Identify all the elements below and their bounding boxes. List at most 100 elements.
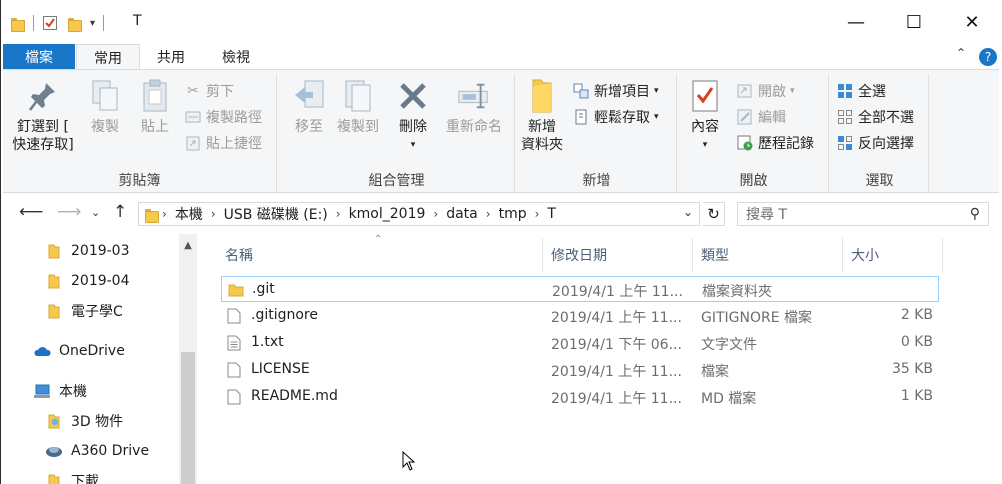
- select-all-button[interactable]: 全選: [837, 80, 886, 102]
- breadcrumb-this-pc[interactable]: 本機: [175, 204, 203, 224]
- tree-item-a360-drive[interactable]: A360 Drive: [1, 438, 179, 464]
- tab-share[interactable]: 共用: [141, 44, 201, 70]
- tree-item-label: 3D 物件: [71, 414, 124, 430]
- rename-icon: [457, 78, 491, 114]
- forward-arrow-icon[interactable]: ⟶: [57, 202, 81, 222]
- copy-path-button[interactable]: 複製路徑: [185, 106, 262, 128]
- help-icon[interactable]: ?: [979, 48, 997, 66]
- properties-check-icon: [688, 78, 722, 114]
- folder-icon: [11, 16, 25, 32]
- edit-button[interactable]: 編輯: [737, 106, 786, 128]
- address-dropdown-chevron-icon[interactable]: ⌄: [683, 205, 693, 219]
- copy-to-button[interactable]: 複製到: [335, 78, 381, 136]
- select-group-label: 選取: [865, 173, 894, 189]
- folder-icon: [45, 243, 63, 259]
- breadcrumb-separator-icon[interactable]: ›: [535, 207, 540, 221]
- move-to-button[interactable]: 移至: [289, 78, 329, 136]
- breadcrumb-usb-drive[interactable]: USB 磁碟機 (E:): [224, 204, 328, 224]
- new-folder-icon[interactable]: [68, 16, 82, 32]
- tree-item-label: 2019-04: [71, 273, 130, 289]
- maximize-button[interactable]: ☐: [885, 0, 943, 44]
- breadcrumb-kmol[interactable]: kmol_2019: [349, 206, 426, 222]
- breadcrumb-data[interactable]: data: [446, 206, 478, 222]
- paste-button[interactable]: 貼上: [133, 78, 177, 136]
- tree-item-2019-04[interactable]: 2019-04: [1, 268, 179, 294]
- window-title: T: [133, 13, 142, 29]
- breadcrumb-separator-icon[interactable]: ›: [486, 207, 491, 221]
- file-modified: 2019/4/1 上午 11...: [551, 310, 682, 326]
- copy-button[interactable]: 複製: [83, 78, 127, 136]
- close-button[interactable]: ✕: [943, 0, 1001, 44]
- file-row[interactable]: README.md 2019/4/1 上午 11... MD 檔案 1 KB: [221, 384, 939, 410]
- breadcrumb-separator-icon[interactable]: ›: [162, 207, 167, 221]
- nav-pane-scrollbar[interactable]: ▲: [179, 234, 197, 484]
- breadcrumb-separator-icon[interactable]: ›: [336, 207, 341, 221]
- rename-button[interactable]: 重新命名: [443, 78, 505, 136]
- tab-home[interactable]: 常用: [76, 44, 140, 70]
- tree-item-this-pc[interactable]: 本機: [1, 378, 179, 404]
- file-row[interactable]: LICENSE 2019/4/1 上午 11... 檔案 35 KB: [221, 357, 939, 383]
- scrollbar-thumb[interactable]: [181, 352, 195, 484]
- paste-shortcut-button[interactable]: 貼上捷徑: [185, 132, 262, 154]
- column-header-size[interactable]: 大小: [845, 238, 943, 272]
- search-input[interactable]: 搜尋 T ⚲: [737, 202, 989, 226]
- scissors-icon: ✂: [187, 83, 199, 99]
- minimize-ribbon-icon[interactable]: ⌃: [956, 46, 966, 60]
- file-name: .gitignore: [251, 307, 318, 323]
- refresh-icon[interactable]: ↻: [703, 202, 725, 226]
- file-type: MD 檔案: [701, 391, 757, 407]
- properties-check-icon[interactable]: [42, 15, 58, 31]
- search-icon[interactable]: ⚲: [970, 206, 980, 222]
- up-arrow-icon[interactable]: ↑: [113, 202, 127, 222]
- easy-access-button[interactable]: 輕鬆存取 ▾: [573, 106, 659, 128]
- breadcrumb-separator-icon[interactable]: ›: [211, 207, 216, 221]
- cut-button[interactable]: ✂ 剪下: [185, 80, 234, 102]
- file-row[interactable]: 1.txt 2019/4/1 下午 06... 文字文件 0 KB: [221, 330, 939, 356]
- column-header-type[interactable]: 類型: [695, 238, 843, 272]
- column-header-modified[interactable]: 修改日期: [545, 238, 693, 272]
- tree-item-downloads[interactable]: 下載: [1, 468, 179, 484]
- new-item-button[interactable]: 新增項目 ▾: [573, 80, 659, 102]
- history-label: 歷程記錄: [758, 136, 814, 152]
- cut-label: 剪下: [206, 84, 234, 100]
- recent-locations-chevron-icon[interactable]: ⌄: [91, 206, 100, 219]
- copy-path-icon: [185, 109, 201, 125]
- history-button[interactable]: 歷程記錄: [737, 132, 814, 154]
- breadcrumb-separator-icon[interactable]: ›: [433, 207, 438, 221]
- toolbar-separator: [103, 15, 105, 31]
- back-arrow-icon[interactable]: ⟵: [19, 202, 43, 222]
- breadcrumb-t[interactable]: T: [547, 206, 556, 222]
- organize-group-label: 組合管理: [368, 173, 425, 189]
- open-button[interactable]: 開啟 ▾: [737, 80, 795, 102]
- tab-file[interactable]: 檔案: [3, 44, 75, 70]
- tab-view[interactable]: 檢視: [205, 44, 267, 70]
- scroll-up-arrow-icon[interactable]: ▲: [179, 236, 197, 254]
- delete-dropdown-icon[interactable]: ▾: [411, 136, 416, 154]
- delete-button[interactable]: 刪除 ▾: [393, 78, 433, 154]
- new-folder-button[interactable]: 新增 資料夾: [519, 78, 565, 154]
- address-bar[interactable]: › 本機 › USB 磁碟機 (E:) › kmol_2019 › data ›…: [138, 202, 700, 226]
- file-row[interactable]: .gitignore 2019/4/1 上午 11... GITIGNORE 檔…: [221, 303, 939, 329]
- tree-item-3d-objects[interactable]: 3D 物件: [1, 408, 179, 434]
- properties-button[interactable]: 內容 ▾: [683, 78, 727, 154]
- minimize-button[interactable]: —: [827, 0, 885, 44]
- pin-quick-access-button[interactable]: 釘選到 [ 快速存取]: [12, 78, 74, 154]
- file-modified: 2019/4/1 下午 06...: [551, 337, 682, 353]
- a360-icon: [45, 443, 63, 459]
- breadcrumb-tmp[interactable]: tmp: [499, 206, 527, 222]
- explorer-window: ▾ T — ☐ ✕ 檔案 常用 共用 檢視 ⌃ ? 釘選到 [ 快速存取] 複製…: [0, 0, 1002, 484]
- tree-item-onedrive[interactable]: OneDrive: [1, 338, 179, 364]
- invert-selection-button[interactable]: 反向選擇: [837, 132, 914, 154]
- customize-toolbar-icon[interactable]: ▾: [90, 18, 95, 29]
- column-header-name[interactable]: 名稱: [219, 238, 543, 272]
- edit-label: 編輯: [758, 110, 786, 126]
- properties-dropdown-icon[interactable]: ▾: [703, 136, 708, 154]
- paste-label: 貼上: [141, 119, 169, 135]
- file-row[interactable]: .git 2019/4/1 上午 11... 檔案資料夾: [221, 276, 939, 302]
- copy-path-label: 複製路徑: [206, 110, 262, 126]
- select-group: 全選 全部不選 反向選擇 選取: [831, 74, 929, 192]
- invert-selection-icon: [837, 135, 853, 151]
- select-none-button[interactable]: 全部不選: [837, 106, 914, 128]
- tree-item-2019-03[interactable]: 2019-03: [1, 238, 179, 264]
- tree-item-electronics-c[interactable]: 電子學C: [1, 298, 179, 324]
